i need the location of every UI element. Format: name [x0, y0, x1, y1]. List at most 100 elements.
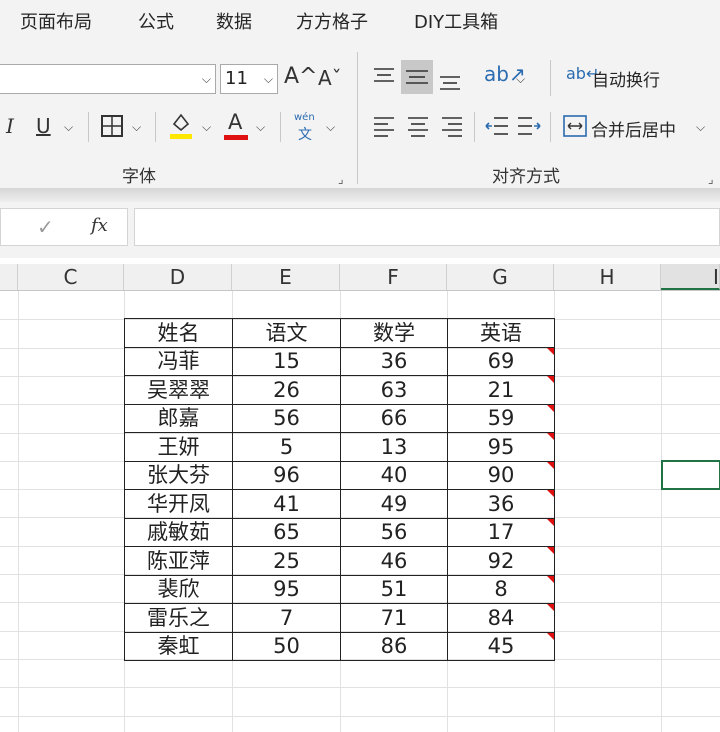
align-top-icon[interactable]	[372, 66, 396, 88]
tab-formulas[interactable]: 公式	[138, 8, 174, 34]
table-cell[interactable]: 71	[340, 603, 448, 633]
table-cell[interactable]: 46	[340, 546, 448, 576]
chevron-down-icon[interactable]: ⌵	[696, 120, 705, 135]
chevron-down-icon[interactable]: ⌵	[64, 120, 73, 135]
table-cell[interactable]: 5	[232, 432, 341, 462]
table-cell[interactable]: 56	[232, 403, 341, 433]
table-cell-flagged[interactable]: 45	[447, 631, 555, 661]
align-center-icon[interactable]	[406, 114, 430, 138]
header-cell[interactable]: 数学	[340, 318, 448, 348]
dialog-launcher-icon[interactable]: ⌟	[338, 172, 344, 186]
fill-color-icon[interactable]	[168, 110, 194, 140]
align-right-icon[interactable]	[440, 114, 464, 138]
column-header-c[interactable]: C	[18, 264, 124, 290]
align-left-icon[interactable]	[372, 114, 396, 138]
table-cell[interactable]: 95	[232, 574, 341, 604]
chevron-down-icon[interactable]: ⌵	[264, 72, 273, 87]
table-cell[interactable]: 秦虹	[124, 631, 233, 661]
table-cell[interactable]: 25	[232, 546, 341, 576]
chevron-down-icon[interactable]: ⌵	[132, 120, 141, 135]
chevron-down-icon[interactable]: ⌵	[516, 72, 525, 87]
column-header-g[interactable]: G	[447, 264, 554, 290]
table-cell[interactable]: 65	[232, 517, 341, 547]
table-cell[interactable]: 41	[232, 489, 341, 519]
table-cell[interactable]: 戚敏茹	[124, 517, 233, 547]
table-cell-flagged[interactable]: 59	[447, 403, 555, 433]
chevron-down-icon[interactable]: ⌵	[202, 72, 211, 87]
table-cell-flagged[interactable]: 84	[447, 603, 555, 633]
separator	[550, 60, 551, 96]
decrease-indent-icon[interactable]	[484, 114, 510, 138]
merge-center-label[interactable]: 合并后居中	[591, 116, 676, 141]
table-cell[interactable]: 13	[340, 432, 448, 462]
align-bottom-icon[interactable]	[438, 70, 462, 92]
column-header-h[interactable]: H	[554, 264, 661, 290]
underline-icon[interactable]: U	[36, 116, 51, 136]
font-color-icon[interactable]: A	[228, 112, 242, 133]
table-cell[interactable]: 张大芬	[124, 460, 233, 490]
table-cell[interactable]: 冯菲	[124, 346, 233, 376]
table-cell[interactable]: 7	[232, 603, 341, 633]
phonetic-icon[interactable]: 文	[298, 124, 312, 144]
table-cell[interactable]: 40	[340, 460, 448, 490]
table-cell[interactable]: 华开凤	[124, 489, 233, 519]
table-cell-flagged[interactable]: 90	[447, 460, 555, 490]
align-middle-button[interactable]	[401, 60, 433, 94]
table-row: 雷乐之 7 71 84	[124, 603, 555, 633]
table-cell[interactable]: 陈亚萍	[124, 546, 233, 576]
table-cell[interactable]: 56	[340, 517, 448, 547]
insert-function-icon[interactable]: fx	[91, 215, 108, 236]
table-cell[interactable]: 雷乐之	[124, 603, 233, 633]
enter-check-icon[interactable]: ✓	[37, 215, 54, 239]
column-header-e[interactable]: E	[232, 264, 340, 290]
table-cell[interactable]: 15	[232, 346, 341, 376]
table-cell[interactable]: 裴欣	[124, 574, 233, 604]
table-cell[interactable]: 49	[340, 489, 448, 519]
chevron-down-icon[interactable]: ⌵	[256, 120, 265, 135]
header-cell[interactable]: 姓名	[124, 318, 233, 348]
table-cell-flagged[interactable]: 95	[447, 432, 555, 462]
italic-icon[interactable]: I	[6, 116, 14, 136]
table-cell[interactable]: 王妍	[124, 432, 233, 462]
chevron-down-icon[interactable]: ⌵	[326, 120, 335, 135]
tab-diy-toolbox[interactable]: DIY工具箱	[414, 8, 498, 34]
header-cell[interactable]: 语文	[232, 318, 341, 348]
tab-fangfang[interactable]: 方方格子	[296, 8, 368, 34]
table-cell[interactable]: 86	[340, 631, 448, 661]
column-header-d[interactable]: D	[124, 264, 232, 290]
table-cell-flagged[interactable]: 17	[447, 517, 555, 547]
border-icon[interactable]	[100, 114, 124, 138]
column-header-b[interactable]	[0, 264, 18, 290]
table-cell[interactable]: 郎嘉	[124, 403, 233, 433]
dialog-launcher-icon[interactable]: ⌟	[708, 172, 714, 186]
table-cell-flagged[interactable]: 8	[447, 574, 555, 604]
tab-page-layout[interactable]: 页面布局	[20, 8, 92, 34]
chevron-down-icon[interactable]: ⌵	[202, 120, 211, 135]
formula-input[interactable]	[134, 208, 720, 246]
column-header-f[interactable]: F	[340, 264, 447, 290]
tab-data[interactable]: 数据	[216, 8, 252, 34]
table-cell[interactable]: 63	[340, 375, 448, 405]
table-cell[interactable]: 吴翠翠	[124, 375, 233, 405]
table-cell[interactable]: 51	[340, 574, 448, 604]
header-cell[interactable]: 英语	[447, 318, 555, 348]
font-group-label: 字体	[122, 167, 156, 187]
table-cell[interactable]: 50	[232, 631, 341, 661]
font-name-box[interactable]: ⌵	[0, 64, 216, 94]
selected-cell[interactable]	[661, 460, 720, 490]
grow-font-icon[interactable]: A^	[284, 66, 317, 88]
table-cell[interactable]: 66	[340, 403, 448, 433]
increase-indent-icon[interactable]	[516, 114, 542, 138]
table-cell[interactable]: 96	[232, 460, 341, 490]
shrink-font-icon[interactable]: Aˇ	[318, 68, 342, 88]
table-cell-flagged[interactable]: 92	[447, 546, 555, 576]
table-cell-flagged[interactable]: 69	[447, 346, 555, 376]
table-cell[interactable]: 36	[340, 346, 448, 376]
font-size-box[interactable]: 11 ⌵	[220, 64, 278, 94]
table-cell[interactable]: 26	[232, 375, 341, 405]
table-cell-flagged[interactable]: 21	[447, 375, 555, 405]
table-cell-flagged[interactable]: 36	[447, 489, 555, 519]
column-header-i[interactable]: I	[661, 264, 720, 290]
merge-center-icon[interactable]	[563, 114, 587, 138]
wrap-text-label[interactable]: 自动换行	[592, 66, 660, 91]
